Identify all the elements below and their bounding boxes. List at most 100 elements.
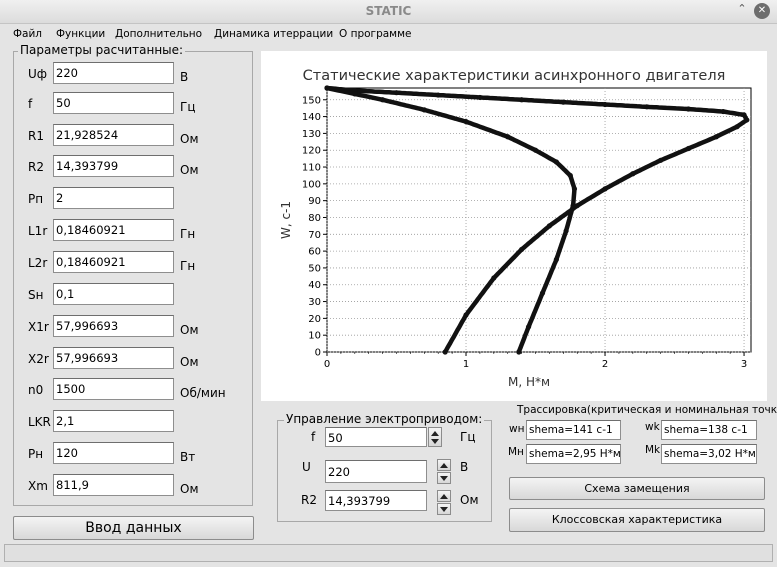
- param-label: Pн: [28, 447, 44, 461]
- control-u-unit: В: [460, 460, 469, 474]
- param-unit: Вт: [180, 450, 196, 464]
- control-u-spin-up[interactable]: [437, 459, 451, 471]
- trace-mk-field[interactable]: shema=3,02 Н*м: [661, 444, 757, 464]
- series-1-point: [602, 186, 608, 192]
- spin-down-icon[interactable]: [431, 439, 439, 444]
- menu-bar: Файл Функции Дополнительно Динамика итер…: [0, 24, 777, 44]
- param-label: Uф: [28, 67, 48, 81]
- param-field[interactable]: 120: [53, 442, 174, 464]
- param-label: R2: [28, 160, 44, 174]
- close-icon[interactable]: ✕: [754, 3, 770, 19]
- control-f-spinner[interactable]: [428, 427, 442, 447]
- control-u-field[interactable]: 220: [325, 460, 427, 483]
- param-label: n0: [28, 383, 44, 397]
- chart-title: Статические характеристики асинхронного …: [303, 68, 726, 84]
- param-field[interactable]: 1500: [53, 378, 174, 400]
- param-field[interactable]: 0,18460921: [53, 219, 174, 241]
- control-r2-field[interactable]: 14,393799: [325, 490, 427, 511]
- param-field[interactable]: 57,996693: [53, 315, 174, 337]
- param-label: R1: [28, 129, 44, 143]
- series-1-point: [560, 99, 566, 105]
- spin-up-icon[interactable]: [440, 494, 448, 499]
- menu-functions[interactable]: Функции: [56, 28, 105, 40]
- y-tick-label: 80: [308, 213, 321, 224]
- status-bar: [4, 544, 773, 562]
- control-title: Управление электроприводом:: [284, 412, 485, 426]
- param-field[interactable]: 811,9: [53, 474, 174, 496]
- control-u-label: U: [302, 460, 311, 474]
- params-title: Параметры расчитанные:: [18, 43, 186, 57]
- series-1-point: [713, 134, 719, 140]
- menu-about[interactable]: О программе: [339, 28, 411, 40]
- series-2-point: [516, 349, 522, 355]
- series-2-point: [505, 134, 511, 140]
- spin-down-icon[interactable]: [440, 507, 448, 512]
- param-field[interactable]: 50: [53, 92, 174, 114]
- series-2-point: [563, 228, 569, 234]
- menu-additional[interactable]: Дополнительно: [115, 28, 202, 40]
- control-f-field[interactable]: 50: [325, 427, 427, 447]
- param-unit: Гц: [180, 100, 196, 114]
- trace-mn-field[interactable]: shema=2,95 Н*м: [526, 444, 621, 464]
- y-tick-label: 150: [302, 95, 321, 106]
- series-2-point: [570, 203, 576, 209]
- scheme-button[interactable]: Схема замещения: [509, 477, 765, 500]
- spin-down-icon[interactable]: [440, 476, 448, 481]
- window-title: STATIC: [365, 4, 412, 18]
- chart: Статические характеристики асинхронного …: [279, 68, 752, 389]
- control-r2-spin-down[interactable]: [437, 503, 451, 515]
- param-field[interactable]: 0,18460921: [53, 251, 174, 273]
- y-tick-label: 30: [308, 297, 321, 308]
- control-r2-spin-up[interactable]: [437, 490, 451, 502]
- param-unit: Ом: [180, 355, 199, 369]
- y-tick-label: 70: [308, 230, 321, 241]
- series-2-point: [352, 91, 358, 97]
- param-field[interactable]: 220: [53, 62, 174, 84]
- x-tick-label: 0: [324, 359, 330, 370]
- series-1-point: [435, 92, 441, 98]
- param-unit: Ом: [180, 163, 199, 177]
- x-tick-label: 3: [741, 359, 747, 370]
- minimize-icon[interactable]: ⌃: [734, 1, 750, 17]
- spin-up-icon[interactable]: [440, 463, 448, 468]
- y-tick-label: 40: [308, 280, 321, 291]
- y-tick-label: 130: [302, 129, 321, 140]
- series-2-point: [324, 85, 330, 91]
- series-2-point: [532, 147, 539, 153]
- y-axis-label: W, c-1: [279, 201, 293, 239]
- param-label: L1r: [28, 224, 48, 238]
- param-unit: Об/мин: [180, 386, 226, 400]
- param-label: X1r: [28, 320, 49, 334]
- plot-frame: [326, 87, 752, 353]
- trace-wk-field[interactable]: shema=138 с-1: [661, 420, 757, 440]
- param-label: Pп: [28, 192, 44, 206]
- control-u-spin-down[interactable]: [437, 472, 451, 484]
- input-data-button[interactable]: Ввод данных: [13, 516, 254, 540]
- series-1-point: [477, 94, 483, 101]
- menu-file[interactable]: Файл: [13, 28, 42, 40]
- param-field[interactable]: 2,1: [53, 410, 174, 432]
- param-field[interactable]: 0,1: [53, 283, 174, 305]
- control-f-unit: Гц: [460, 430, 476, 444]
- param-field[interactable]: 57,996693: [53, 347, 174, 369]
- series-1-point: [491, 275, 497, 281]
- kloss-characteristic-button[interactable]: Клоссовская характеристика: [509, 508, 765, 532]
- title-bar: STATIC ⌃ ✕: [0, 0, 777, 24]
- param-field[interactable]: 2: [53, 187, 174, 209]
- x-axis-label: М, Н*м: [508, 375, 550, 389]
- param-field[interactable]: 14,393799: [53, 155, 174, 177]
- param-unit: Гн: [180, 259, 196, 273]
- spin-up-icon[interactable]: [431, 431, 439, 436]
- menu-iteration-dynamics[interactable]: Динамика итеррации: [214, 28, 333, 40]
- series-2-point: [421, 107, 427, 113]
- trace-wn-field[interactable]: shema=141 с-1: [526, 420, 621, 440]
- series-1-point: [519, 246, 525, 253]
- series-1-point: [393, 90, 400, 96]
- y-tick-label: 110: [302, 163, 321, 174]
- y-tick-label: 140: [302, 112, 321, 123]
- series-1-point: [658, 157, 664, 163]
- param-field[interactable]: 21,928524: [53, 124, 174, 146]
- series-1-point: [734, 124, 740, 130]
- chart-panel: Статические характеристики асинхронного …: [261, 51, 767, 401]
- series-1-point: [685, 106, 692, 112]
